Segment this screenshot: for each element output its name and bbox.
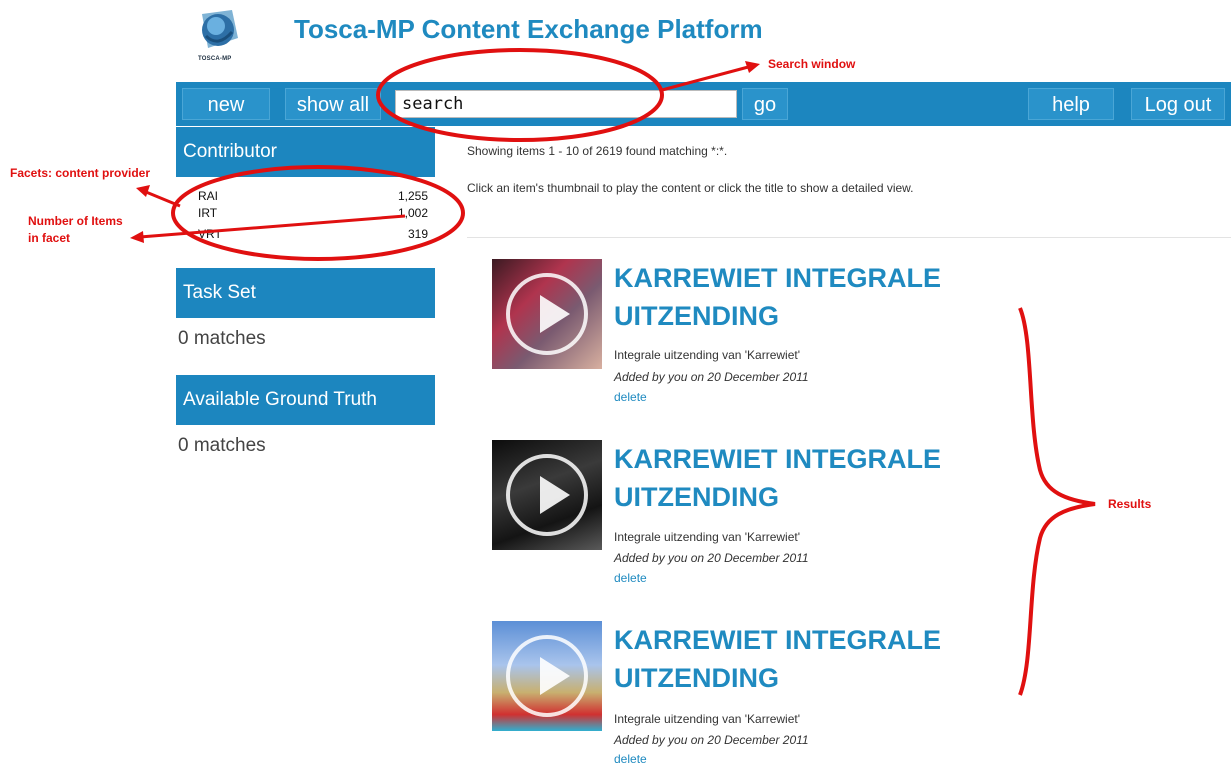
search-window-ellipse: [376, 48, 664, 142]
facets-arrowhead: [136, 185, 150, 197]
number-items-annotation-line2: in facet: [28, 231, 71, 245]
facets-arrow-line: [145, 190, 181, 208]
results-annotation: Results: [1108, 497, 1152, 511]
number-items-arrowhead: [130, 231, 144, 243]
search-window-arrowhead: [745, 61, 760, 73]
facet-ellipse: [171, 165, 465, 261]
number-items-annotation-line1: Number of Items: [28, 214, 123, 228]
results-brace: [1018, 307, 1096, 696]
search-window-arrow-line: [661, 64, 753, 92]
facets-annotation: Facets: content provider: [10, 166, 151, 180]
search-window-annotation: Search window: [768, 57, 856, 71]
annotation-overlay: [130, 48, 1096, 696]
